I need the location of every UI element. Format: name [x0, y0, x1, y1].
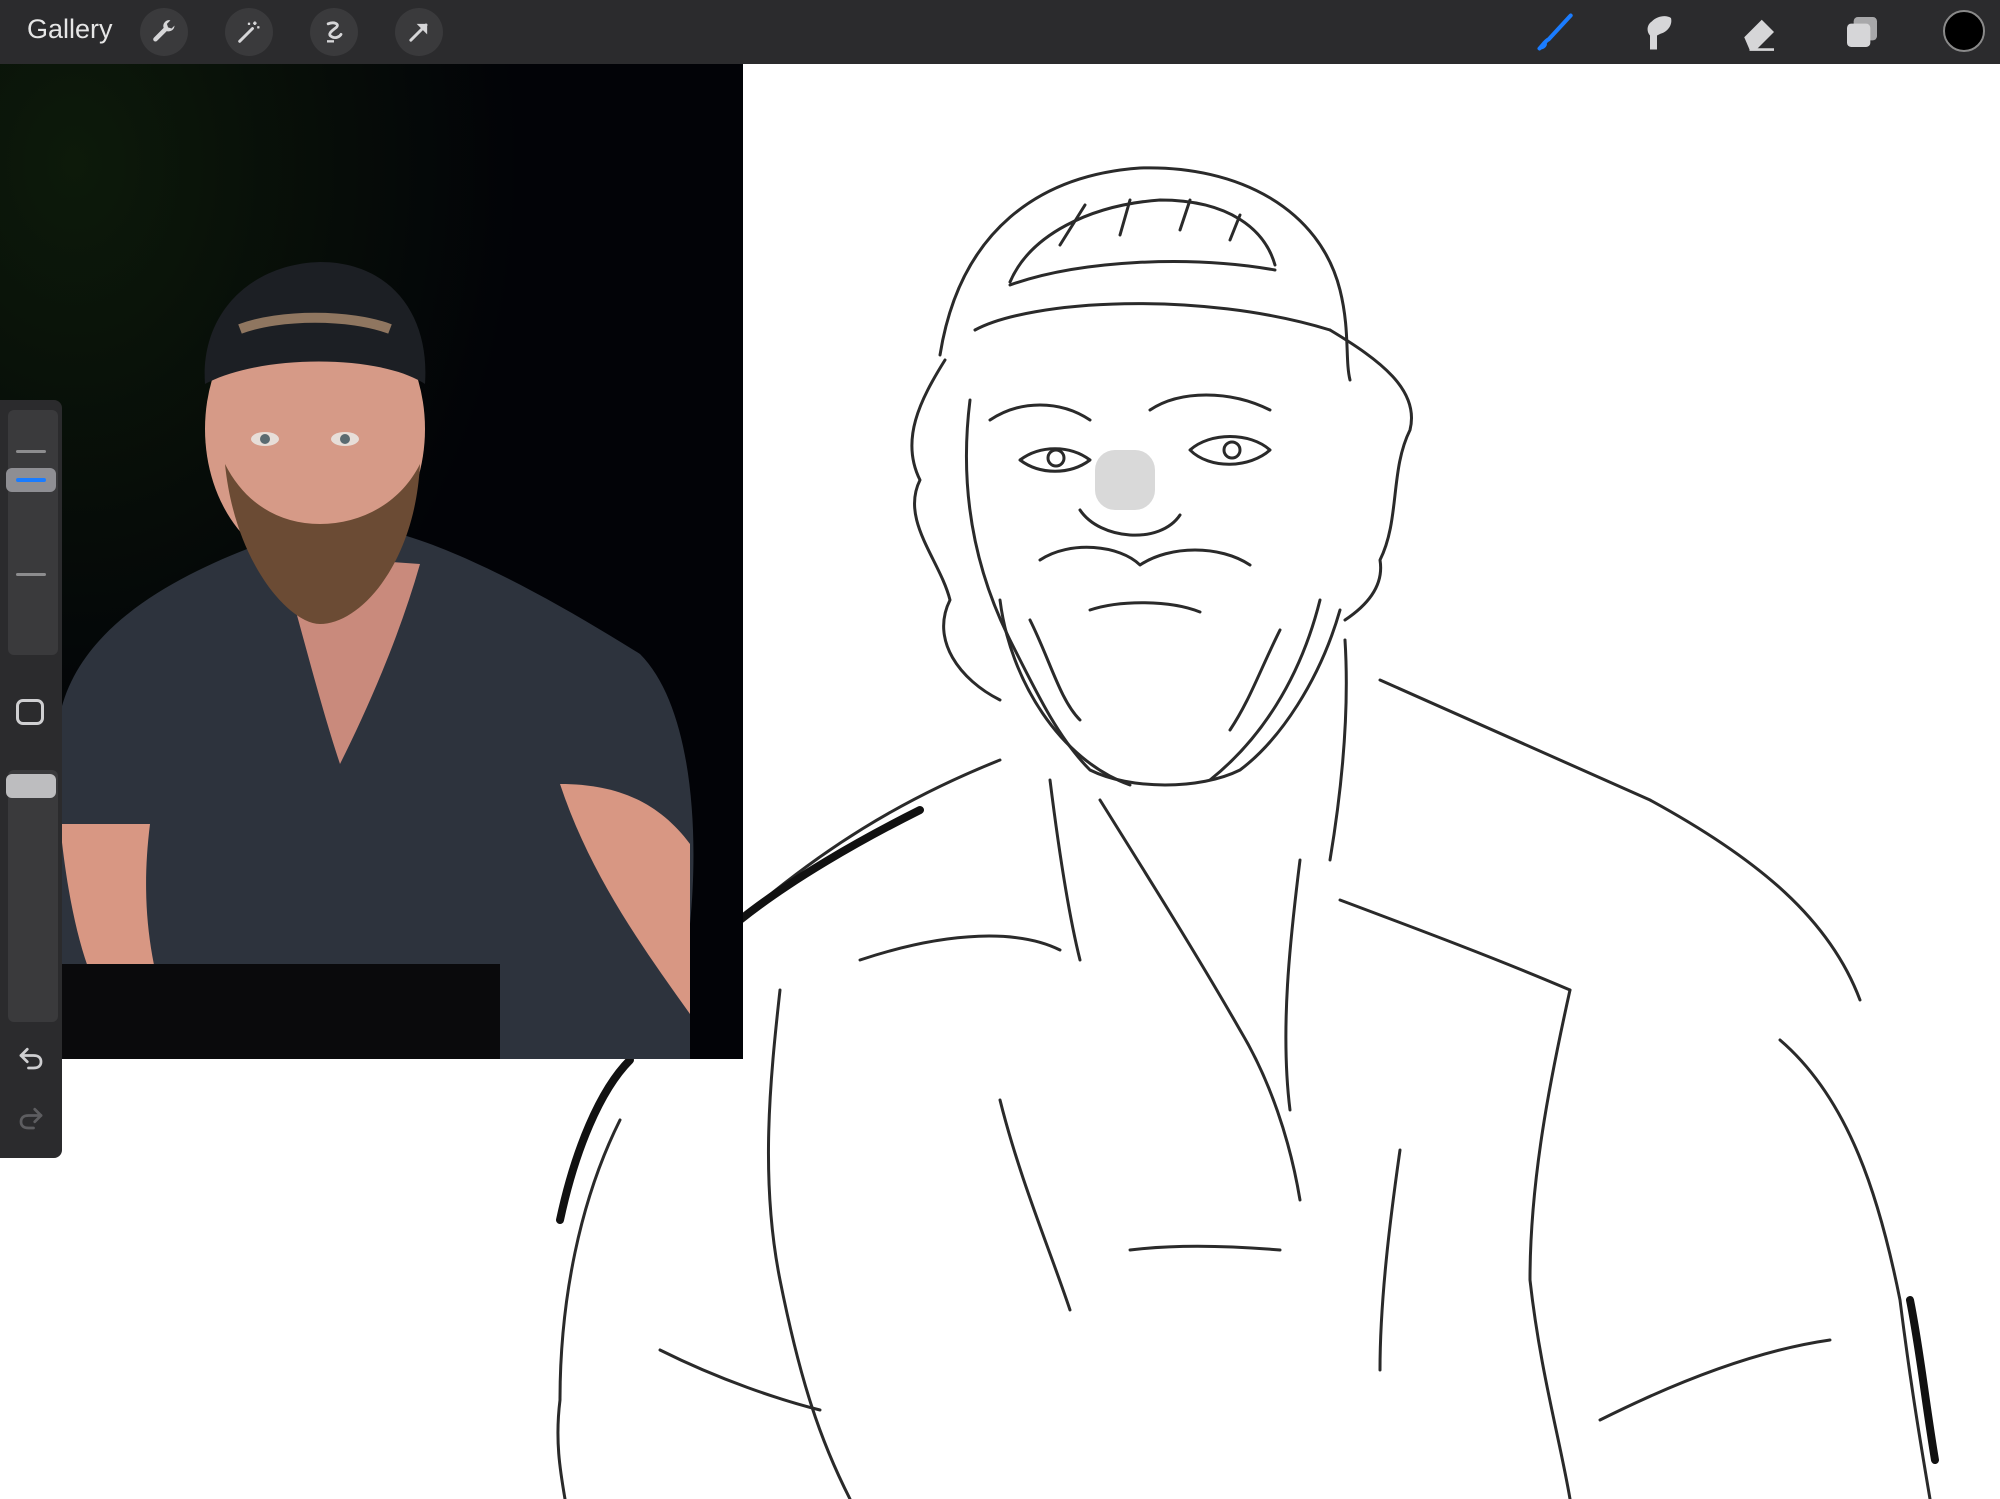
reference-portrait: [0, 64, 743, 1059]
actions-button[interactable]: [140, 8, 188, 56]
color-picker-button[interactable]: [1943, 10, 1985, 52]
brush-button[interactable]: [1532, 8, 1580, 56]
smudge-icon: [1636, 11, 1678, 53]
wrench-icon: [150, 18, 178, 46]
smudge-button[interactable]: [1633, 8, 1681, 56]
layers-icon: [1842, 12, 1882, 52]
brush-icon: [1534, 10, 1578, 54]
eraser-button[interactable]: [1736, 8, 1784, 56]
slider-tick: [16, 573, 46, 576]
opacity-slider[interactable]: [8, 770, 58, 1022]
magic-wand-icon: [235, 18, 263, 46]
adjustments-button[interactable]: [225, 8, 273, 56]
brush-size-thumb[interactable]: [6, 468, 56, 492]
eraser-icon: [1739, 11, 1781, 53]
modify-button[interactable]: [16, 699, 44, 725]
gallery-button[interactable]: Gallery: [27, 14, 113, 45]
brush-size-slider[interactable]: [8, 410, 58, 655]
transform-button[interactable]: [395, 8, 443, 56]
left-sidebar: [0, 400, 62, 1158]
selection-icon: [320, 18, 348, 46]
transform-arrow-icon: [405, 18, 433, 46]
top-toolbar: Gallery: [0, 0, 2000, 64]
slider-tick: [16, 450, 46, 453]
selection-button[interactable]: [310, 8, 358, 56]
redo-icon[interactable]: [14, 1103, 48, 1138]
opacity-thumb[interactable]: [6, 774, 56, 798]
reference-photo[interactable]: [0, 64, 743, 1059]
layers-button[interactable]: [1838, 8, 1886, 56]
undo-icon[interactable]: [14, 1043, 48, 1078]
